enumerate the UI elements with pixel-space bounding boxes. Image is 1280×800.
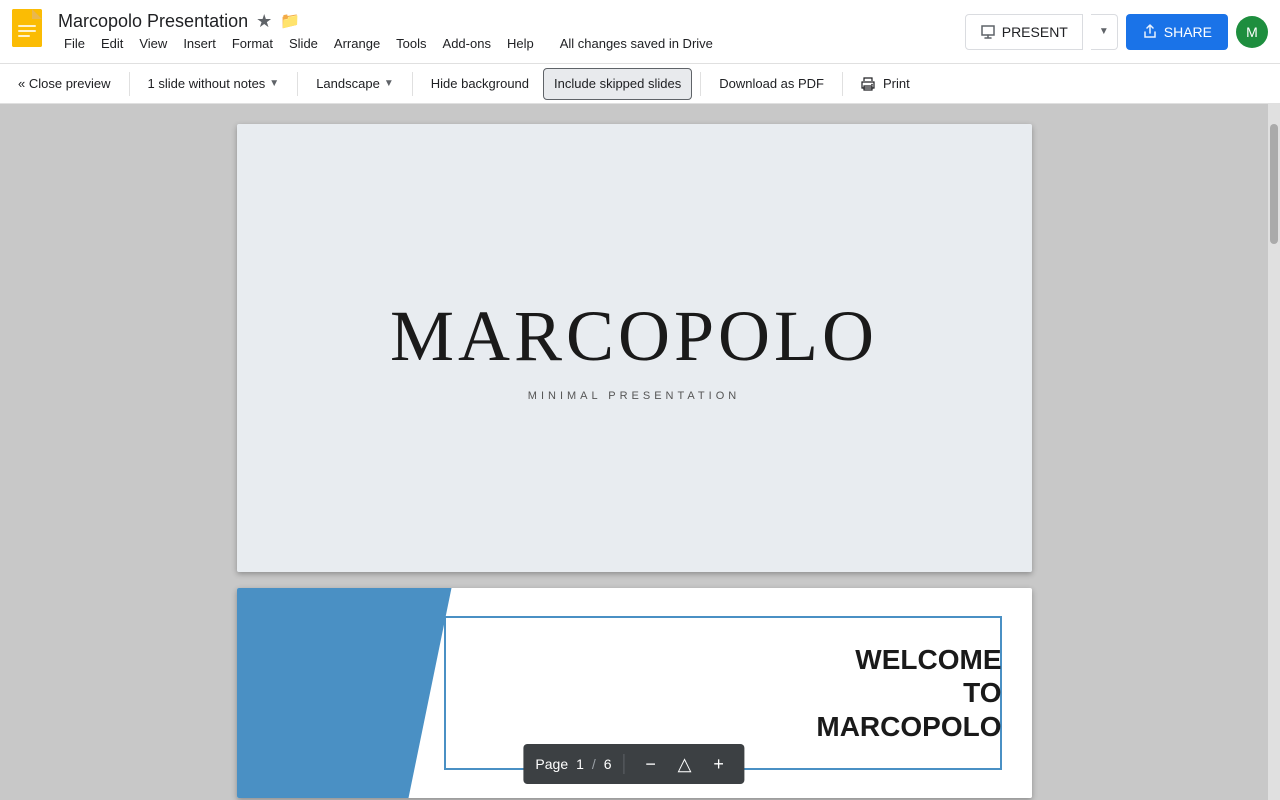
page-separator: / — [592, 756, 596, 772]
page-controls: − △ + — [637, 750, 733, 778]
present-icon — [980, 24, 996, 40]
main-content: MARCOPOLO MINIMAL PRESENTATION WELCOME T… — [0, 104, 1280, 800]
toolbar-divider-4 — [700, 72, 701, 96]
toolbar-divider-5 — [842, 72, 843, 96]
right-scrollbar[interactable] — [1268, 104, 1280, 800]
slide-1-title: MARCOPOLO — [390, 295, 878, 378]
scrollbar-thumb[interactable] — [1270, 124, 1278, 244]
toolbar-divider-2 — [297, 72, 298, 96]
slide-1-container: MARCOPOLO MINIMAL PRESENTATION — [237, 124, 1032, 572]
page-label: Page — [535, 756, 568, 772]
orientation-button[interactable]: Landscape ▼ — [306, 68, 404, 100]
star-icon[interactable]: ★ — [256, 11, 272, 32]
folder-icon[interactable]: 📁 — [280, 11, 300, 31]
zoom-out-button[interactable]: − — [637, 750, 665, 778]
slide-2-left-panel — [237, 588, 452, 798]
share-button[interactable]: SHARE — [1126, 14, 1228, 50]
menu-edit[interactable]: Edit — [95, 34, 129, 53]
menu-arrange[interactable]: Arrange — [328, 34, 386, 53]
print-toolbar: « Close preview 1 slide without notes ▼ … — [0, 64, 1280, 104]
document-title[interactable]: Marcopolo Presentation — [58, 11, 248, 32]
page-indicator: Page 1 / 6 − △ + — [523, 744, 744, 784]
title-section: Marcopolo Presentation ★ 📁 File Edit Vie… — [58, 11, 965, 53]
menu-format[interactable]: Format — [226, 34, 279, 53]
menu-bar: File Edit View Insert Format Slide Arran… — [58, 34, 965, 53]
menu-insert[interactable]: Insert — [177, 34, 222, 53]
slide-1: MARCOPOLO MINIMAL PRESENTATION — [237, 124, 1032, 572]
app-icon — [12, 9, 48, 54]
page-divider — [624, 754, 625, 774]
save-status: All changes saved in Drive — [560, 36, 713, 51]
menu-view[interactable]: View — [133, 34, 173, 53]
chevron-down-icon: ▼ — [384, 78, 394, 89]
avatar[interactable]: M — [1236, 16, 1268, 48]
slide-view-button[interactable]: 1 slide without notes ▼ — [138, 68, 290, 100]
zoom-reset-button[interactable]: △ — [671, 750, 699, 778]
menu-tools[interactable]: Tools — [390, 34, 432, 53]
slide-2-text: WELCOME TO MARCOPOLO — [482, 643, 1002, 744]
slide-1-subtitle: MINIMAL PRESENTATION — [528, 390, 740, 402]
top-bar: Marcopolo Presentation ★ 📁 File Edit Vie… — [0, 0, 1280, 64]
present-dropdown-button[interactable]: ▼ — [1091, 14, 1118, 50]
chevron-down-icon: ▼ — [1099, 26, 1109, 37]
toolbar-divider-3 — [412, 72, 413, 96]
toolbar-divider-1 — [129, 72, 130, 96]
top-bar-right: PRESENT ▼ SHARE M — [965, 14, 1268, 50]
slides-area[interactable]: MARCOPOLO MINIMAL PRESENTATION WELCOME T… — [0, 104, 1268, 800]
include-skipped-button[interactable]: Include skipped slides — [543, 68, 692, 100]
print-icon — [861, 77, 875, 91]
page-current: 1 — [576, 756, 584, 772]
close-preview-button[interactable]: « Close preview — [8, 68, 121, 100]
download-pdf-button[interactable]: Download as PDF — [709, 68, 834, 100]
menu-file[interactable]: File — [58, 34, 91, 53]
chevron-down-icon: ▼ — [269, 78, 279, 89]
menu-help[interactable]: Help — [501, 34, 540, 53]
page-total: 6 — [604, 756, 612, 772]
menu-addons[interactable]: Add-ons — [437, 34, 497, 53]
hide-background-button[interactable]: Hide background — [421, 68, 539, 100]
present-button[interactable]: PRESENT — [965, 14, 1083, 50]
share-icon — [1142, 24, 1158, 40]
print-button[interactable]: Print — [851, 68, 920, 100]
zoom-in-button[interactable]: + — [705, 750, 733, 778]
menu-slide[interactable]: Slide — [283, 34, 324, 53]
